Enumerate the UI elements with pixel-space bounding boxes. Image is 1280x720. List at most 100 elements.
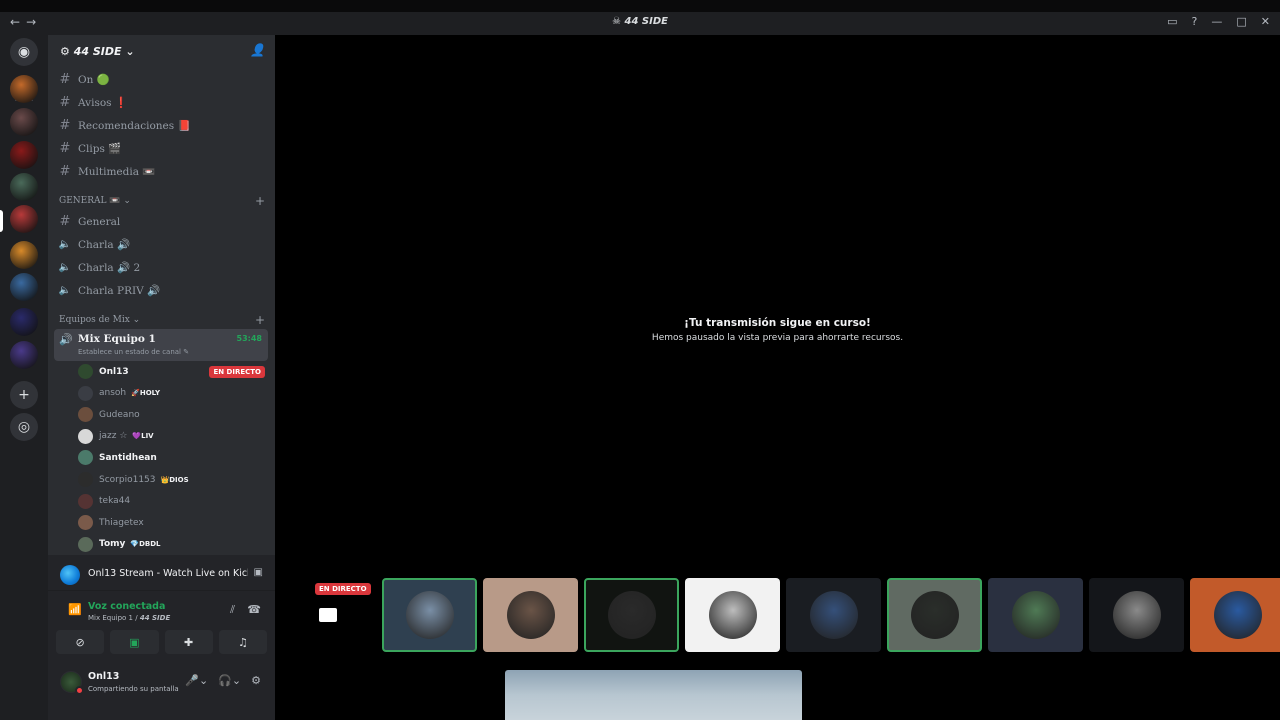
- hash-icon: #: [59, 141, 71, 156]
- server-icon[interactable]: [10, 341, 38, 369]
- avatar: [78, 364, 93, 379]
- voice-member[interactable]: Gudeano: [78, 405, 265, 424]
- voice-channel-charla[interactable]: 🔈 Charla 🔊: [56, 234, 266, 255]
- add-channel-icon[interactable]: +: [255, 194, 265, 208]
- avatar: [607, 591, 656, 639]
- help-icon[interactable]: ?: [1192, 15, 1198, 28]
- screen-icon[interactable]: ▣: [254, 567, 263, 578]
- hash-icon: #: [59, 72, 71, 87]
- voice-member[interactable]: Thiagetex: [78, 513, 265, 532]
- discord-home-icon[interactable]: ◉: [10, 38, 38, 66]
- participant-tile[interactable]: [685, 578, 780, 652]
- voice-member[interactable]: jazz ☆ 💜LIV: [78, 427, 265, 446]
- channel-on[interactable]: # On 🟢: [56, 69, 266, 90]
- activity-bar[interactable]: Onl13 Stream - Watch Live on Kick y 2 pá…: [48, 555, 275, 591]
- headphones-icon[interactable]: 🎧⌄: [218, 674, 241, 687]
- avatar: [78, 385, 93, 401]
- server-icon[interactable]: [10, 308, 38, 336]
- activities-button[interactable]: ✚: [164, 630, 213, 654]
- channel-avisos[interactable]: # Avisos ❗: [56, 92, 266, 113]
- monitor-icon: [318, 608, 337, 622]
- explore-icon[interactable]: ◎: [10, 413, 38, 441]
- speaker-icon: 🔈: [58, 262, 72, 273]
- voice-member[interactable]: Tomy 💎DBDL: [78, 535, 265, 554]
- user-area: Onl13 Compartiendo su pantalla 🎤⌄ 🎧⌄ ⚙: [48, 663, 275, 703]
- server-icon: ☠: [612, 16, 625, 27]
- avatar: [506, 591, 555, 639]
- server-header[interactable]: ⚙ 44 SIDE ⌄ 👤: [48, 35, 275, 67]
- avatar[interactable]: [60, 671, 84, 695]
- avatar: [78, 450, 93, 466]
- avatar: [78, 536, 93, 552]
- server-icon[interactable]: [10, 241, 38, 269]
- chevron-down-icon: ⌄: [132, 315, 141, 325]
- channel-recomendaciones[interactable]: # Recomendaciones 📕: [56, 115, 266, 136]
- voice-actions: ⊘ ▣ ✚ ♫: [56, 630, 267, 656]
- participant-tile[interactable]: [382, 578, 477, 652]
- participant-tile[interactable]: [988, 578, 1083, 652]
- avatar: [708, 591, 757, 639]
- screen-share-button[interactable]: ▣: [110, 630, 159, 654]
- inbox-icon[interactable]: ▭: [1167, 15, 1177, 28]
- voice-member[interactable]: teka44: [78, 492, 265, 511]
- speaker-icon: 🔈: [58, 285, 72, 296]
- stream-stage: ¡Tu transmisión sigue en curso! Hemos pa…: [275, 35, 1280, 720]
- window-controls: ▭ ? — □ ✕: [1167, 15, 1270, 28]
- participant-tile[interactable]: [1190, 578, 1280, 652]
- status-dot: [75, 686, 84, 695]
- active-voice-channel[interactable]: 🔊 Mix Equipo 1 Establece un estado de ca…: [54, 329, 268, 361]
- server-icon[interactable]: [10, 273, 38, 301]
- participant-tile[interactable]: [1089, 578, 1184, 652]
- server-icon[interactable]: [10, 108, 38, 136]
- close-icon[interactable]: ✕: [1261, 15, 1270, 28]
- server-icon[interactable]: [10, 205, 38, 233]
- gear-icon[interactable]: ⚙: [251, 674, 261, 687]
- category-equipos-de-mix[interactable]: Equipos de Mix ⌄ +: [59, 312, 269, 328]
- voice-member[interactable]: Santidhean: [78, 448, 265, 467]
- noise-suppression-icon[interactable]: ⫽: [230, 603, 235, 617]
- server-icon[interactable]: [10, 173, 38, 201]
- channel-general[interactable]: # General: [56, 211, 266, 232]
- voice-member[interactable]: ansoh 🚀HOLY: [78, 384, 265, 403]
- camera-button[interactable]: ⊘: [56, 630, 105, 654]
- avatar: [1011, 591, 1060, 639]
- participant-tile[interactable]: [786, 578, 881, 652]
- server-icon[interactable]: [10, 75, 38, 103]
- channel-multimedia[interactable]: # Multimedia 📼: [56, 161, 266, 182]
- server-icon[interactable]: [10, 141, 38, 169]
- server-list: ◉ + ◎: [0, 35, 48, 720]
- channel-status[interactable]: Establece un estado de canal ✎: [78, 348, 189, 356]
- voice-channel-charla-2[interactable]: 🔈 Charla 🔊 2: [56, 257, 266, 278]
- hash-icon: #: [59, 164, 71, 179]
- disconnect-icon[interactable]: ☎: [247, 603, 261, 616]
- channel-clips[interactable]: # Clips 🎬: [56, 138, 266, 159]
- invite-icon[interactable]: 👤: [250, 43, 265, 57]
- voice-member[interactable]: Onl13 EN DIRECTO: [78, 362, 265, 381]
- participant-tile[interactable]: [887, 578, 982, 652]
- member-tag: 👑DIOS: [160, 475, 189, 484]
- voice-channel-charla-priv[interactable]: 🔈 Charla PRIV 🔊: [56, 280, 266, 301]
- maximize-icon[interactable]: □: [1236, 15, 1246, 28]
- avatar: [78, 493, 93, 509]
- hash-icon: #: [59, 118, 71, 133]
- voice-connection: 📶 Voz conectada Mix Equipo 1 / 44 SIDE ⫽…: [68, 601, 261, 622]
- voice-member[interactable]: Scorpio1153 👑DIOS: [78, 470, 265, 489]
- add-server-icon[interactable]: +: [10, 381, 38, 409]
- avatar: [78, 428, 93, 444]
- category-general[interactable]: GENERAL 📼 ⌄ +: [59, 193, 269, 209]
- soundboard-button[interactable]: ♫: [218, 630, 267, 654]
- member-tag: 💎DBDL: [130, 540, 161, 549]
- minimize-icon[interactable]: —: [1211, 15, 1222, 28]
- signal-icon[interactable]: 📶: [68, 603, 82, 616]
- user-panel: Onl13 Stream - Watch Live on Kick y 2 pá…: [48, 555, 275, 720]
- participant-tile[interactable]: [483, 578, 578, 652]
- stream-subtitle: Hemos pausado la vista previa para ahorr…: [651, 333, 904, 343]
- microphone-icon[interactable]: 🎤⌄: [185, 674, 208, 687]
- participant-tile[interactable]: [584, 578, 679, 652]
- call-timer: 53:48: [236, 334, 262, 343]
- channel-sidebar: ⚙ 44 SIDE ⌄ 👤 # On 🟢 # Avisos ❗ # Recomenda…: [48, 35, 275, 720]
- title-bar: ←→ ☠ 44 SIDE ▭ ? — □ ✕: [0, 0, 1280, 35]
- add-channel-icon[interactable]: +: [255, 313, 265, 327]
- speaker-icon: 🔊: [59, 333, 73, 346]
- stream-preview[interactable]: [505, 670, 802, 720]
